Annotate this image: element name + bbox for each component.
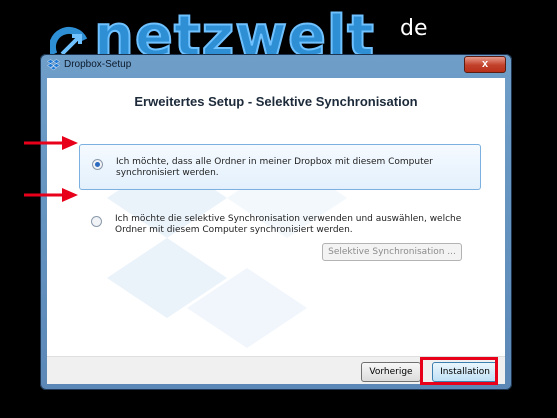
install-highlight-box [420,357,498,385]
option-sync-all-label: Ich möchte, dass alle Ordner in meiner D… [116,157,433,178]
option-selective-sync-label: Ich möchte die selektive Synchronisation… [115,214,462,235]
close-button[interactable]: x [464,56,506,73]
title-bar[interactable]: Dropbox-Setup x [40,54,512,76]
selective-sync-button[interactable]: Selektive Synchronisation ... [322,243,462,261]
page-heading: Erweitertes Setup - Selektive Synchronis… [134,94,418,109]
radio-sync-all[interactable] [92,159,103,170]
option-sync-all[interactable]: Ich möchte, dass alle Ordner in meiner D… [79,144,481,190]
window-title: Dropbox-Setup [64,59,132,70]
option-selective-sync[interactable]: Ich möchte die selektive Synchronisation… [79,204,481,264]
red-arrow-icon [24,188,78,202]
red-arrow-icon [24,136,78,150]
window-content: Erweitertes Setup - Selektive Synchronis… [47,78,505,384]
dropbox-icon [47,59,60,71]
back-button[interactable]: Vorherige [361,362,421,382]
logo-tld: de [400,16,428,41]
radio-selective-sync[interactable] [91,216,102,227]
dropbox-setup-window: Dropbox-Setup x Erweitertes Setup - Sele… [40,54,512,390]
close-icon: x [481,58,489,70]
